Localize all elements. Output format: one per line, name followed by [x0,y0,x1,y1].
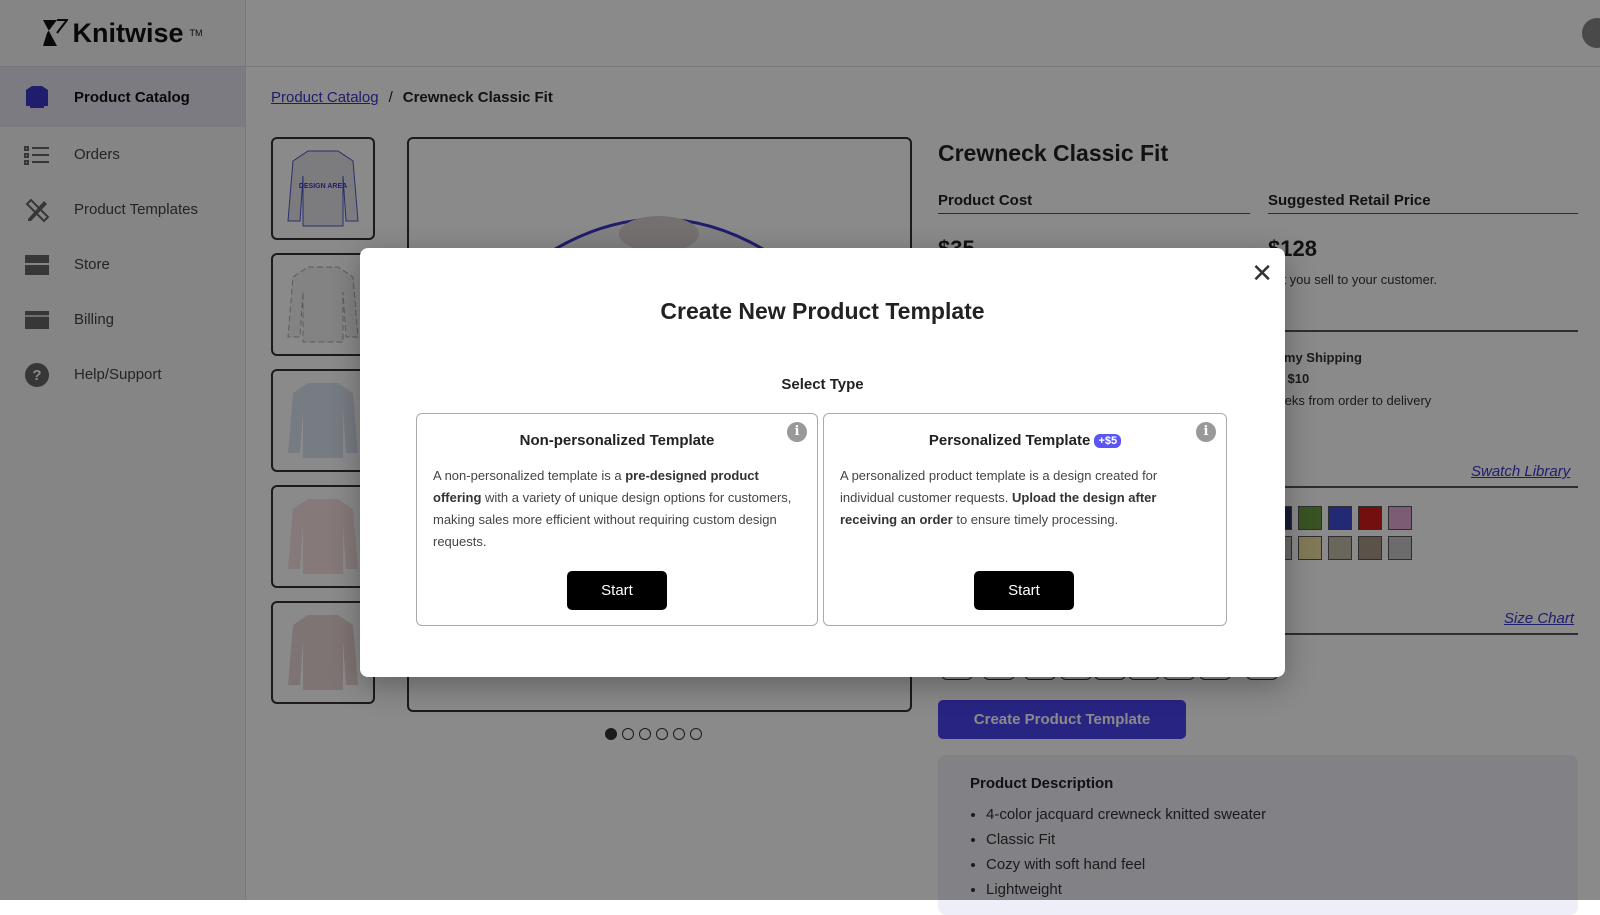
text: to ensure timely processing. [952,512,1119,527]
start-personalized-button[interactable]: Start [974,571,1074,610]
card-title: Non-personalized Template [519,432,715,449]
text: with a variety of unique design options … [433,490,792,549]
modal-title: Create New Product Template [660,298,985,324]
price-badge: +$5 [1094,434,1122,449]
card-title: Personalized Template +$5 [840,432,1210,449]
personalized-card[interactable]: i Personalized Template +$5 A personaliz… [823,413,1227,626]
info-icon[interactable]: i [1196,422,1216,442]
text: A non-personalized template is a [433,468,626,483]
select-type-label: Select Type [781,376,864,393]
create-template-modal: ✕ Create New Product Template Select Typ… [360,248,1285,677]
card-description: A personalized product template is a des… [840,465,1210,531]
card-title-text: Personalized Template [928,432,1091,449]
card-description: A non-personalized template is a pre-des… [433,465,801,553]
non-personalized-card[interactable]: i Non-personalized Template A non-person… [416,413,818,626]
info-icon[interactable]: i [787,422,807,442]
start-non-personalized-button[interactable]: Start [567,571,667,610]
close-icon[interactable]: ✕ [1251,258,1273,289]
